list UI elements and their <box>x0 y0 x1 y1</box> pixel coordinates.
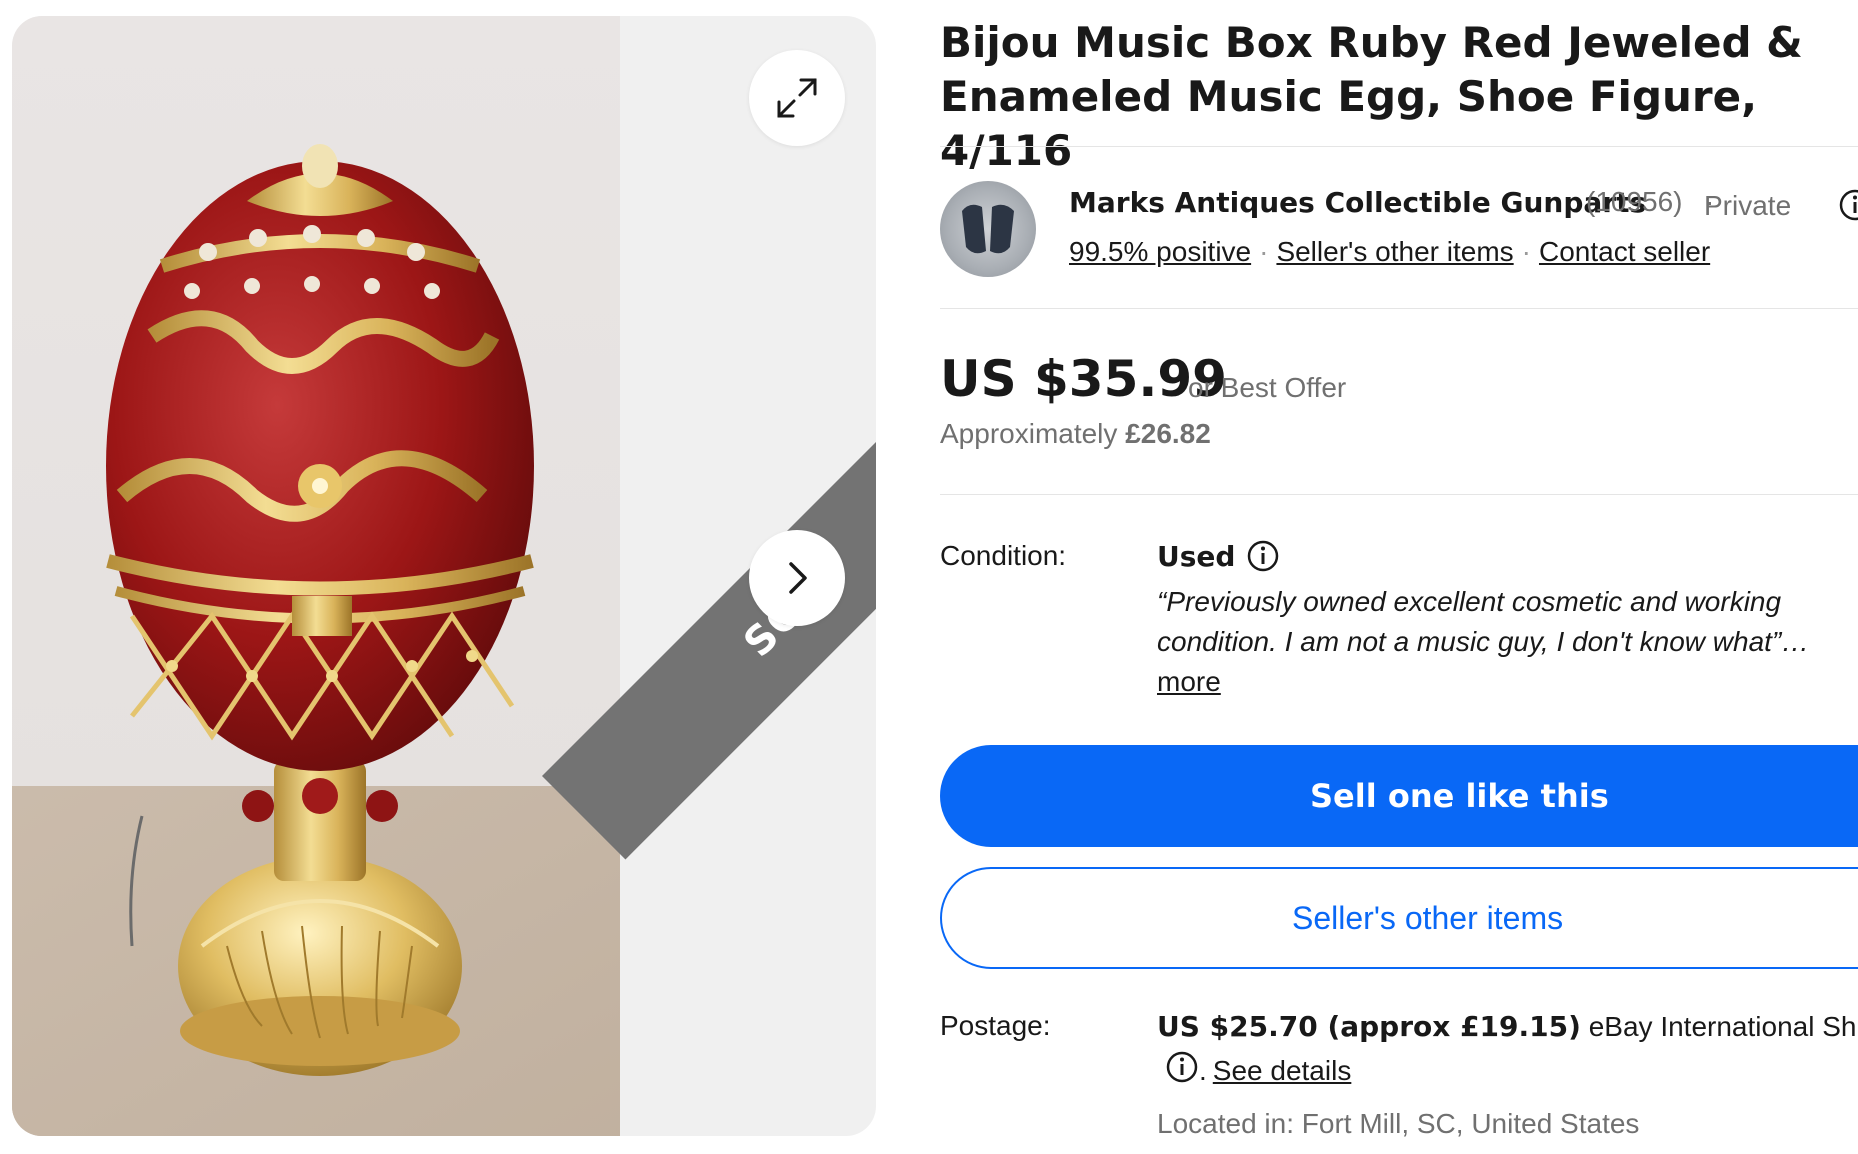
divider <box>940 146 1858 147</box>
item-location: Located in: Fort Mill, SC, United States <box>1157 1108 1640 1139</box>
postage-label: Postage: <box>940 1010 1051 1041</box>
postage-details: . See details <box>1165 1050 1351 1091</box>
see-details-link[interactable]: See details <box>1213 1055 1352 1087</box>
condition-more-link[interactable]: more <box>1157 666 1221 698</box>
info-icon[interactable] <box>1838 188 1858 229</box>
other-items-button-label: Seller's other items <box>1292 899 1564 936</box>
postage-cost: US $25.70 (approx £19.15) <box>1157 1010 1581 1043</box>
seller-other-items-link[interactable]: Seller's other items <box>1276 236 1513 267</box>
dot-separator: · <box>1259 236 1269 267</box>
listing-page: SOLD Bijou Music Box Ruby Red Jeweled & … <box>0 0 1858 1154</box>
expand-icon <box>777 78 817 118</box>
period-separator: . <box>1199 1054 1207 1086</box>
condition-value: Used <box>1157 540 1236 573</box>
sell-one-like-this-button[interactable]: Sell one like this <box>940 745 1858 847</box>
postage-info-icon[interactable] <box>1165 1050 1199 1091</box>
approx-value: £26.82 <box>1125 418 1211 449</box>
seller-name[interactable]: Marks Antiques Collectible Gunparts <box>1069 186 1646 219</box>
expand-button[interactable] <box>749 50 845 146</box>
best-offer-text: or Best Offer <box>1188 372 1347 403</box>
condition-info-icon[interactable] <box>1246 539 1280 578</box>
price: US $35.99 <box>940 350 1227 408</box>
postage-service: eBay International Shipping <box>1588 1011 1858 1042</box>
sell-button-label: Sell one like this <box>1310 777 1609 815</box>
listing-title: Bijou Music Box Ruby Red Jeweled & Ename… <box>940 18 1803 175</box>
divider <box>940 494 1858 495</box>
sold-ribbon-container: SOLD <box>12 16 876 1136</box>
chevron-right-icon <box>789 562 807 594</box>
image-gallery: SOLD <box>12 16 876 1136</box>
approx-label: Approximately <box>940 418 1118 449</box>
approx-price: Approximately £26.82 <box>940 418 1211 450</box>
seller-avatar-image <box>962 204 1014 254</box>
positive-feedback-link[interactable]: 99.5% positive <box>1069 236 1251 267</box>
condition-label: Condition: <box>940 540 1067 571</box>
seller-avatar[interactable] <box>940 181 1036 277</box>
seller-feedback-count: (10956) <box>1586 186 1683 217</box>
seller-other-items-button[interactable]: Seller's other items <box>940 867 1858 969</box>
postage-value: US $25.70 (approx £19.15) eBay Internati… <box>1157 1010 1858 1043</box>
account-type: Private <box>1704 190 1792 221</box>
divider <box>940 308 1858 309</box>
contact-seller-link[interactable]: Contact seller <box>1539 236 1710 267</box>
seller-links: 99.5% positive · Seller's other items · Cont… <box>1069 236 1710 268</box>
condition-description: “Previously owned excellent cosmetic and… <box>1157 586 1810 657</box>
dot-separator: · <box>1521 236 1531 267</box>
next-image-button[interactable] <box>749 530 845 626</box>
listing-details: Bijou Music Box Ruby Red Jeweled & Ename… <box>940 0 1858 1154</box>
